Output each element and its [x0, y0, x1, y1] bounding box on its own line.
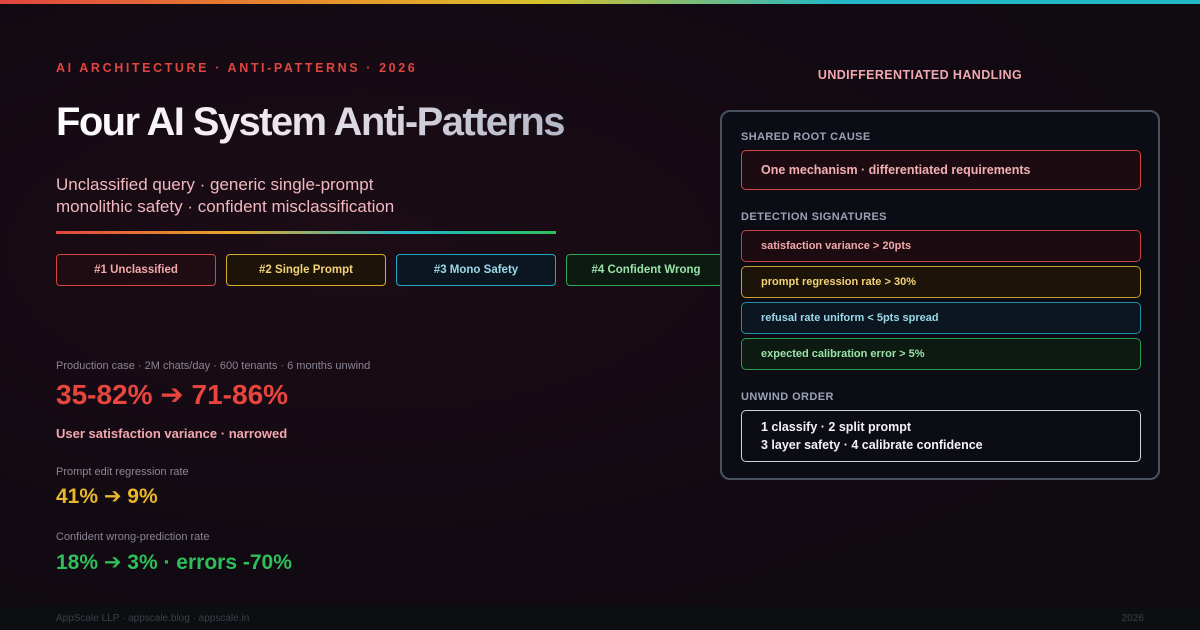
footer-year: 2026: [1121, 613, 1144, 624]
wrong-caption: Confident wrong-prediction rate: [56, 531, 210, 543]
subtitle-line-2: monolithic safety · confident misclassif…: [56, 197, 395, 216]
top-gradient-bar: [0, 0, 1200, 4]
tag-confident-wrong: #4 Confident Wrong: [566, 254, 726, 286]
production-caption: Production case · 2M chats/day · 600 ten…: [56, 360, 371, 372]
signature-regression: prompt regression rate > 30%: [741, 266, 1141, 298]
tag-single-prompt: #2 Single Prompt: [226, 254, 386, 286]
regression-value: 41% ➔ 9%: [56, 485, 158, 508]
tag-unclassified: #1 Unclassified: [56, 254, 216, 286]
tag-mono-safety: #3 Mono Safety: [396, 254, 556, 286]
satisfaction-value: 35-82% ➔ 71-86%: [56, 379, 289, 410]
subtitle: Unclassified query · generic single-prom…: [56, 174, 394, 218]
panel-heading: UNDIFFERENTIATED HANDLING: [817, 68, 1023, 82]
signature-refusal: refusal rate uniform < 5pts spread: [741, 302, 1141, 334]
summary-panel: SHARED ROOT CAUSE One mechanism · differ…: [720, 110, 1160, 480]
unwind-box: 1 classify · 2 split prompt 3 layer safe…: [741, 410, 1141, 462]
signature-satisfaction: satisfaction variance > 20pts: [741, 230, 1141, 262]
gradient-rule: [56, 231, 556, 234]
unwind-label: UNWIND ORDER: [741, 391, 834, 403]
root-cause-box: One mechanism · differentiated requireme…: [741, 150, 1141, 190]
footer-credits: AppScale LLP · appscale.blog · appscale.…: [56, 613, 250, 624]
wrong-value: 18% ➔ 3% · errors -70%: [56, 551, 292, 574]
page-title: Four AI System Anti-Patterns: [56, 100, 565, 144]
regression-caption: Prompt edit regression rate: [56, 466, 189, 478]
root-cause-label: SHARED ROOT CAUSE: [741, 131, 871, 143]
unwind-line-1: 1 classify · 2 split prompt: [761, 420, 912, 434]
detection-label: DETECTION SIGNATURES: [741, 211, 887, 223]
satisfaction-note: User satisfaction variance · narrowed: [56, 426, 288, 441]
unwind-line-2: 3 layer safety · 4 calibrate confidence: [761, 438, 983, 452]
kicker: AI ARCHITECTURE · ANTI-PATTERNS · 2026: [56, 61, 418, 75]
signature-calibration: expected calibration error > 5%: [741, 338, 1141, 370]
subtitle-line-1: Unclassified query · generic single-prom…: [56, 175, 374, 194]
